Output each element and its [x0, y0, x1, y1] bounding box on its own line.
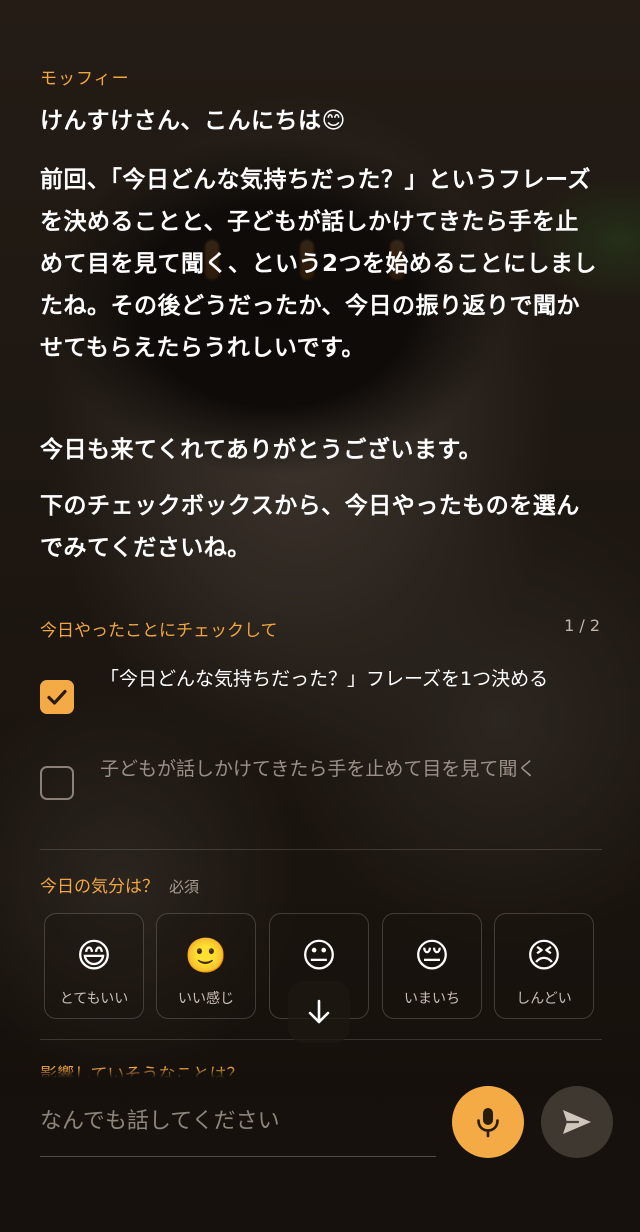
message-thanks: 今日も来てくれてありがとうございます。 — [40, 437, 483, 463]
composer-bar — [0, 1072, 640, 1232]
input-underline — [40, 1156, 436, 1157]
persevering-face-icon: 😣 — [526, 936, 562, 976]
microphone-icon — [477, 1108, 499, 1138]
checklist-item-label: 子どもが話しかけてきたら手を止めて目を見て聞く — [100, 758, 537, 780]
checkbox-unchecked[interactable] — [40, 766, 74, 800]
send-button[interactable] — [541, 1086, 613, 1158]
checklist-item[interactable]: 「今日どんな気持ちだった？」フレーズを1つ決める — [40, 663, 600, 729]
mood-option-meh[interactable]: 😔 いまいち — [382, 913, 482, 1019]
message-greeting: けんすけさん、こんにちは😊 — [40, 108, 347, 134]
neutral-face-icon: 😐 — [301, 936, 337, 976]
mood-option-label: とてもいい — [59, 991, 129, 1007]
scroll-to-bottom-button[interactable] — [288, 981, 350, 1043]
mood-option-tough[interactable]: 😣 しんどい — [494, 913, 594, 1019]
mood-option-very-good[interactable]: 😄 とてもいい — [44, 913, 144, 1019]
checklist-title: 今日やったことにチェックして — [40, 621, 278, 641]
mood-option-label: いい感じ — [178, 991, 234, 1007]
message-input[interactable] — [40, 1100, 436, 1142]
checklist-item-label: 「今日どんな気持ちだった？」フレーズを1つ決める — [100, 668, 549, 690]
chat-screen: モッフィー けんすけさん、こんにちは😊 前回、「今日どんな気持ちだった？」という… — [0, 0, 640, 1232]
grinning-face-icon: 😄 — [76, 936, 112, 976]
mood-option-good[interactable]: 🙂 いい感じ — [156, 913, 256, 1019]
required-label: 必須 — [169, 878, 200, 896]
pensive-face-icon: 😔 — [414, 936, 450, 976]
checklist-counter: 1 / 2 — [564, 616, 600, 635]
smiling-face-icon: 🙂 — [184, 936, 228, 976]
checklist-item[interactable]: 子どもが話しかけてきたら手を止めて目を見て聞く — [40, 753, 600, 819]
mood-question: 今日の気分は？ 必須 — [40, 872, 199, 897]
mood-option-label: いまいち — [404, 991, 460, 1007]
arrow-down-icon — [308, 999, 330, 1024]
mood-title: 今日の気分は？ — [40, 877, 159, 897]
message-recap: 前回、「今日どんな気持ちだった？」というフレーズを決めることと、子どもが話しかけ… — [40, 167, 598, 361]
checkmark-icon — [47, 689, 67, 705]
divider — [40, 849, 602, 850]
voice-input-button[interactable] — [452, 1086, 524, 1158]
checkbox-checked[interactable] — [40, 680, 74, 714]
assistant-name: モッフィー — [40, 69, 130, 89]
mood-option-label: しんどい — [516, 991, 572, 1007]
send-icon — [563, 1110, 591, 1134]
message-instruction: 下のチェックボックスから、今日やったものを選んでみてくださいね。 — [40, 493, 580, 561]
